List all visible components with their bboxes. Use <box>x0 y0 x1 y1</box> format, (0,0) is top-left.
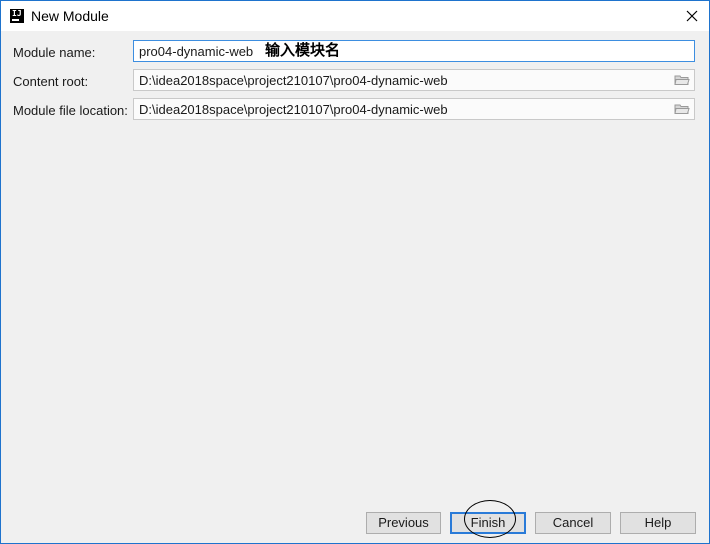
intellij-idea-icon: IJ <box>10 9 24 23</box>
close-button[interactable] <box>681 5 703 27</box>
module-name-label: Module name: <box>13 45 96 60</box>
module-name-value: pro04-dynamic-web <box>139 44 254 59</box>
module-name-input[interactable]: pro04-dynamic-web <box>133 40 695 62</box>
window-title: New Module <box>31 8 109 24</box>
module-file-location-label: Module file location: <box>13 103 128 118</box>
help-button[interactable]: Help <box>620 512 696 534</box>
title-bar: IJ New Module <box>1 1 709 31</box>
module-file-location-value: D:\idea2018space\project210107\pro04-dyn… <box>139 102 448 117</box>
module-name-annotation: 输入模块名 <box>265 41 341 59</box>
previous-button[interactable]: Previous <box>366 512 441 534</box>
module-file-location-row: Module file location: D:\idea2018space\p… <box>1 98 709 122</box>
folder-icon[interactable] <box>674 103 690 115</box>
folder-icon[interactable] <box>674 74 690 86</box>
highlight-circle <box>464 500 516 538</box>
module-file-location-input[interactable]: D:\idea2018space\project210107\pro04-dyn… <box>133 98 695 120</box>
new-module-dialog: IJ New Module Module name: pro04-dynamic… <box>0 0 710 544</box>
cancel-button[interactable]: Cancel <box>535 512 611 534</box>
close-icon <box>686 10 698 22</box>
content-root-value: D:\idea2018space\project210107\pro04-dyn… <box>139 73 448 88</box>
content-root-label: Content root: <box>13 74 89 89</box>
content-root-input[interactable]: D:\idea2018space\project210107\pro04-dyn… <box>133 69 695 91</box>
content-root-row: Content root: D:\idea2018space\project21… <box>1 69 709 93</box>
module-name-row: Module name: pro04-dynamic-web 输入模块名 <box>1 40 709 64</box>
